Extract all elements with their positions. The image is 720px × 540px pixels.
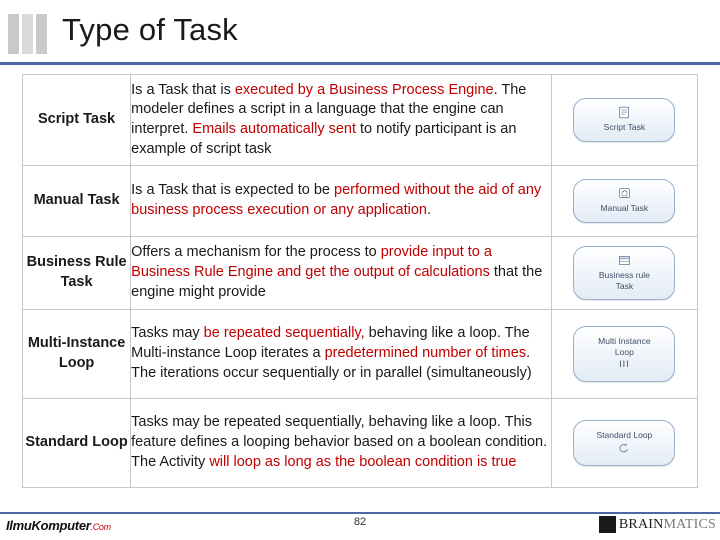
- multi-instance-loop-icon-label: Multi Instance Loop: [598, 336, 651, 357]
- row-icon-cell-manual-task: Manual Task: [550, 165, 699, 237]
- row-label-script-task: Script Task: [21, 74, 132, 166]
- table-row: Manual Task Is a Task that is expected t…: [21, 165, 699, 237]
- brainmatics-logo-thin: MATICS: [663, 516, 716, 532]
- script-task-icon-label: Script Task: [603, 122, 646, 133]
- ilmukomputer-logo-accent: .Com: [90, 522, 112, 532]
- row-label-manual-task: Manual Task: [21, 165, 132, 237]
- row-icon-cell-business-rule-task: Business rule Task: [550, 236, 699, 310]
- row-label-business-rule-task: Business Rule Task: [21, 236, 132, 310]
- slide-header: Type of Task: [0, 0, 720, 66]
- ilmukomputer-logo: IlmuKomputer.Com: [6, 518, 111, 533]
- brainmatics-logo-text: BRAINMATICS: [619, 517, 716, 533]
- script-task-icon: Script Task: [573, 98, 676, 142]
- desc-segment: Is a Task that is: [131, 81, 235, 98]
- header-bar-3: [36, 14, 47, 54]
- parallel-bars-icon: III: [619, 358, 630, 369]
- brainmatics-mark-icon: [598, 516, 616, 533]
- row-label-standard-loop: Standard Loop: [21, 398, 132, 488]
- row-icon-cell-script-task: Script Task: [550, 74, 699, 166]
- business-rule-task-icon: Business rule Task: [573, 245, 676, 301]
- header-bar-2: [22, 14, 33, 54]
- brainmatics-logo-bold: BRAIN: [618, 516, 664, 532]
- task-types-table: Script Task Is a Task that is executed b…: [21, 74, 699, 488]
- row-description-standard-loop: Tasks may be repeated sequentially, beha…: [130, 398, 552, 488]
- desc-segment-highlight: be repeated sequentially,: [203, 325, 365, 342]
- hand-icon: [618, 187, 631, 200]
- ilmukomputer-logo-main: IlmuKomputer: [6, 518, 91, 533]
- header-decoration-bars: [8, 14, 47, 54]
- business-rule-task-icon-label: Business rule Task: [598, 269, 650, 291]
- desc-segment-highlight: Emails automatically sent: [192, 121, 356, 137]
- table-icon: [618, 254, 631, 267]
- loop-arrow-icon: [618, 442, 630, 454]
- table-row: Script Task Is a Task that is executed b…: [21, 74, 699, 166]
- desc-segment-highlight: executed by a Business Process Engine: [234, 81, 494, 98]
- manual-task-icon: Manual Task: [573, 179, 676, 223]
- row-icon-cell-multi-instance-loop: Multi Instance Loop III: [550, 309, 699, 399]
- standard-loop-icon: Standard Loop: [573, 419, 676, 467]
- brainmatics-logo: BRAINMATICS: [598, 516, 716, 533]
- row-description-business-rule-task: Offers a mechanism for the process to pr…: [130, 236, 552, 310]
- page-title: Type of Task: [62, 12, 238, 47]
- desc-segment-highlight: predetermined number of times: [324, 345, 527, 362]
- document-gear-icon: [618, 106, 631, 119]
- desc-segment: Tasks may: [131, 325, 204, 342]
- desc-segment: .: [426, 202, 432, 218]
- table-row: Multi-Instance Loop Tasks may be repeate…: [21, 309, 699, 399]
- footer-divider: [0, 512, 720, 514]
- desc-segment: Is a Task that is expected to be: [131, 182, 335, 199]
- row-label-multi-instance-loop: Multi-Instance Loop: [21, 309, 132, 399]
- header-divider: [0, 62, 720, 65]
- row-icon-cell-standard-loop: Standard Loop: [550, 398, 699, 488]
- table-row: Standard Loop Tasks may be repeated sequ…: [21, 398, 699, 488]
- desc-segment-highlight: will loop as long as the boolean conditi…: [209, 453, 517, 470]
- row-description-multi-instance-loop: Tasks may be repeated sequentially, beha…: [130, 309, 552, 399]
- row-description-script-task: Is a Task that is executed by a Business…: [130, 74, 552, 166]
- row-description-manual-task: Is a Task that is expected to be perform…: [130, 165, 552, 237]
- multi-instance-loop-icon: Multi Instance Loop III: [573, 326, 676, 382]
- standard-loop-icon-label: Standard Loop: [596, 429, 653, 440]
- table-row: Business Rule Task Offers a mechanism fo…: [21, 236, 699, 310]
- desc-segment: Offers a mechanism for the process to: [131, 244, 381, 261]
- manual-task-icon-label: Manual Task: [600, 203, 649, 214]
- header-bar-1: [8, 14, 19, 54]
